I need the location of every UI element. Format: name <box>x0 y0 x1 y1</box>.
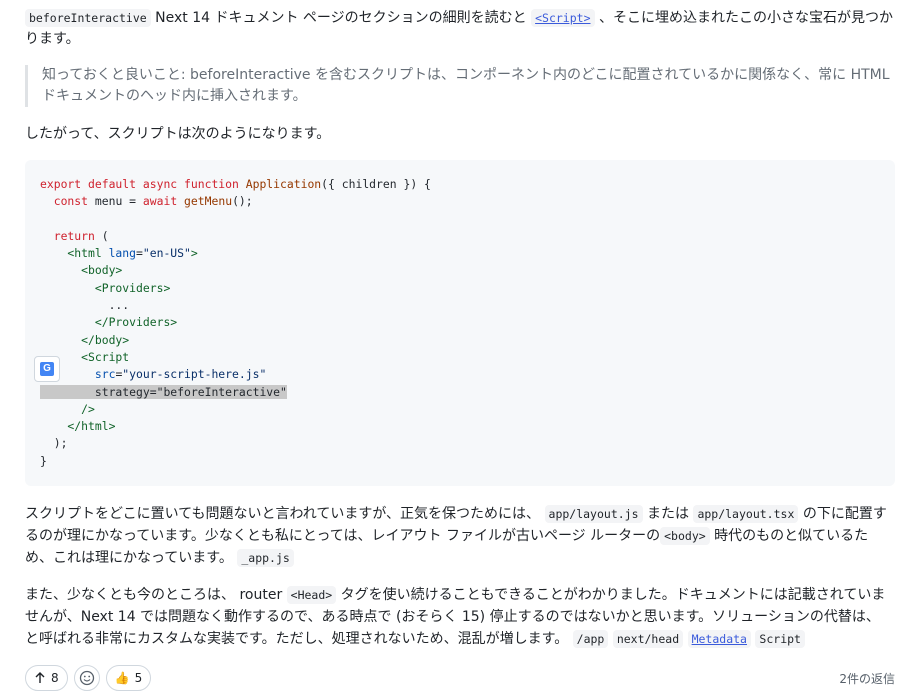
add-reaction-button[interactable] <box>73 665 100 691</box>
paragraph-placement: スクリプトをどこに置いても問題ないと言われていますが、正気を保つためには、 ap… <box>25 505 887 567</box>
arrow-up-icon <box>35 672 45 683</box>
upvote-count: 8 <box>51 671 59 685</box>
thumbs-up-count: 5 <box>134 671 143 685</box>
paragraph-lead: したがって、スクリプトは次のようになります。 <box>25 126 331 142</box>
thumbs-up-reaction[interactable]: 👍 5 <box>105 665 152 691</box>
comment-actions: 8 👍 5 2件の返信 <box>25 664 895 692</box>
inline-code: beforeInteractive <box>25 9 151 27</box>
upvote-button[interactable]: 8 <box>25 665 68 691</box>
smiley-icon <box>79 670 94 686</box>
paragraph-head: また、少なくとも今のところは、 router <Head> タグを使い続けること… <box>25 586 886 648</box>
thumbs-up-icon: 👍 <box>114 671 130 685</box>
code-content: export default async function Applicatio… <box>40 177 431 468</box>
selected-line: strategy="beforeInteractive" <box>40 384 287 399</box>
script-link[interactable]: <Script> <box>531 9 595 27</box>
paragraph-intro: beforeInteractive Next 14 ドキュメント ページのセクシ… <box>25 9 893 47</box>
code-block: export default async function Applicatio… <box>25 160 895 486</box>
metadata-link[interactable]: Metadata <box>687 630 751 648</box>
replies-link[interactable]: 2件の返信 <box>839 670 895 687</box>
note-blockquote: 知っておくと良いこと: beforeInteractive を含むスクリプトは、… <box>25 65 890 107</box>
translate-icon[interactable]: G <box>34 356 60 382</box>
